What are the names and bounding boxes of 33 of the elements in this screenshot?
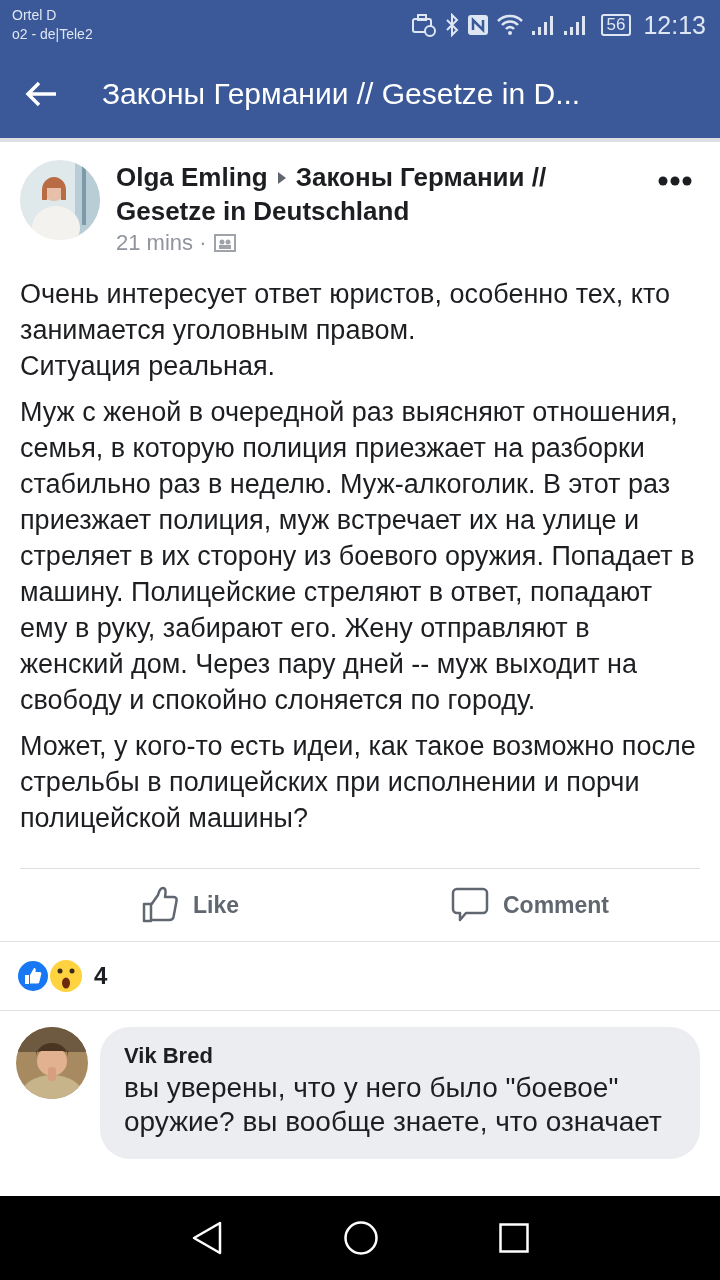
page-title: Законы Германии // Gesetze in D... [102, 77, 581, 111]
battery-level: 56 [600, 14, 632, 36]
carrier-network: o2 - de|Tele2 [12, 25, 93, 44]
reaction-count: 4 [94, 962, 108, 990]
wifi-icon [496, 14, 523, 36]
post-paragraph: Может, у кого-то есть идеи, как такое возможно после стрельбы в полицейских при исполнении и порчи полицейской машины? [20, 730, 697, 835]
comment-icon [450, 887, 489, 923]
signal-icon [562, 14, 587, 36]
back-arrow-icon[interactable] [24, 80, 58, 108]
more-options-icon[interactable] [658, 176, 692, 186]
comment-text: вы уверены, что у него было "боевое" оружие? вы вообще знаете, что означает [124, 1071, 663, 1139]
post-paragraph: Очень интересует ответ юристов, особенно тех, кто занимается уголовным правом. Ситуация реальная. [20, 278, 671, 383]
author-name[interactable]: Olga Emling [116, 162, 268, 192]
nfc-icon [466, 14, 489, 36]
commenter-name[interactable]: Vik Bred [124, 1041, 676, 1071]
clock-time: 12:13 [643, 10, 706, 40]
recents-nav-icon[interactable] [499, 1223, 530, 1253]
reaction-icons [16, 959, 82, 993]
home-nav-icon[interactable] [344, 1221, 378, 1255]
comment-button[interactable]: Comment [360, 869, 700, 941]
signal-icon [530, 14, 555, 36]
group-name[interactable]: Законы Германии // [295, 162, 547, 192]
post-paragraph: Муж с женой в очередной раз выясняют отношения, семья, в которую полиция приезжает на разборки стабильно раз в неделю. Муж-алкоголик. В этот раз приезжает полиция, муж встречает их на улице и стреляет в их сторону из боевого оружия. Попадает в машину. Полицейские стреляют в ответ, попадают ему в руку, забирают его. Жену отправляют в женский дом. Через пару дней -- муж выходит на свободу и спокойно слоняется по городу. [20, 396, 696, 717]
like-button[interactable]: Like [20, 869, 360, 941]
bluetooth-icon [444, 13, 459, 37]
work-profile-icon [410, 13, 437, 37]
group-icon [214, 234, 237, 252]
caret-icon [275, 170, 288, 186]
thumbs-up-icon [141, 886, 179, 924]
post-time: 21 mins · [116, 230, 207, 256]
back-nav-icon[interactable] [190, 1221, 223, 1255]
group-name[interactable]: Gesetze in Deutschland [116, 196, 410, 226]
carrier-name: Ortel D [12, 6, 58, 25]
